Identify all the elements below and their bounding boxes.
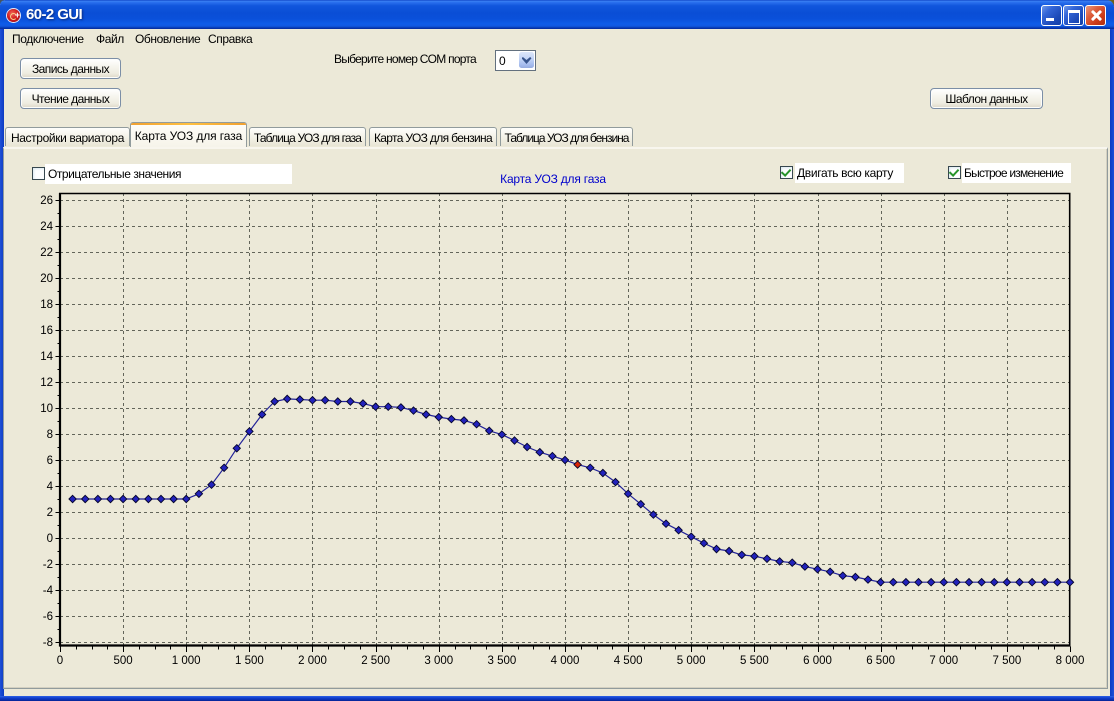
svg-text:0: 0 bbox=[47, 533, 53, 545]
svg-text:16: 16 bbox=[40, 325, 53, 337]
svg-text:18: 18 bbox=[40, 299, 53, 311]
svg-text:6 500: 6 500 bbox=[866, 655, 895, 667]
svg-text:4 500: 4 500 bbox=[614, 655, 643, 667]
svg-text:4: 4 bbox=[47, 481, 54, 493]
svg-text:-4: -4 bbox=[43, 585, 54, 597]
svg-text:Карта УОЗ для газа: Карта УОЗ для газа bbox=[500, 172, 606, 186]
svg-text:8 000: 8 000 bbox=[1056, 655, 1085, 667]
svg-text:24: 24 bbox=[40, 221, 53, 233]
svg-text:2: 2 bbox=[47, 507, 53, 519]
svg-text:3 500: 3 500 bbox=[488, 655, 517, 667]
svg-text:20: 20 bbox=[40, 273, 53, 285]
svg-text:0: 0 bbox=[57, 655, 63, 667]
svg-text:2 500: 2 500 bbox=[361, 655, 390, 667]
svg-text:5 500: 5 500 bbox=[740, 655, 769, 667]
svg-text:7 000: 7 000 bbox=[929, 655, 958, 667]
svg-text:2 000: 2 000 bbox=[298, 655, 327, 667]
svg-text:-8: -8 bbox=[43, 637, 53, 649]
svg-text:12: 12 bbox=[40, 377, 53, 389]
svg-text:7 500: 7 500 bbox=[993, 655, 1022, 667]
svg-text:14: 14 bbox=[40, 351, 53, 363]
svg-text:-2: -2 bbox=[43, 559, 53, 571]
svg-text:4 000: 4 000 bbox=[551, 655, 580, 667]
svg-text:5 000: 5 000 bbox=[677, 655, 706, 667]
svg-text:1 000: 1 000 bbox=[172, 655, 201, 667]
svg-text:22: 22 bbox=[40, 247, 53, 259]
svg-text:10: 10 bbox=[40, 403, 53, 415]
svg-text:3 000: 3 000 bbox=[424, 655, 453, 667]
svg-text:1 500: 1 500 bbox=[235, 655, 264, 667]
svg-text:26: 26 bbox=[40, 195, 53, 207]
svg-text:6: 6 bbox=[47, 455, 53, 467]
svg-text:6 000: 6 000 bbox=[803, 655, 832, 667]
svg-text:-6: -6 bbox=[43, 611, 53, 623]
svg-text:8: 8 bbox=[47, 429, 53, 441]
svg-text:500: 500 bbox=[114, 655, 133, 667]
